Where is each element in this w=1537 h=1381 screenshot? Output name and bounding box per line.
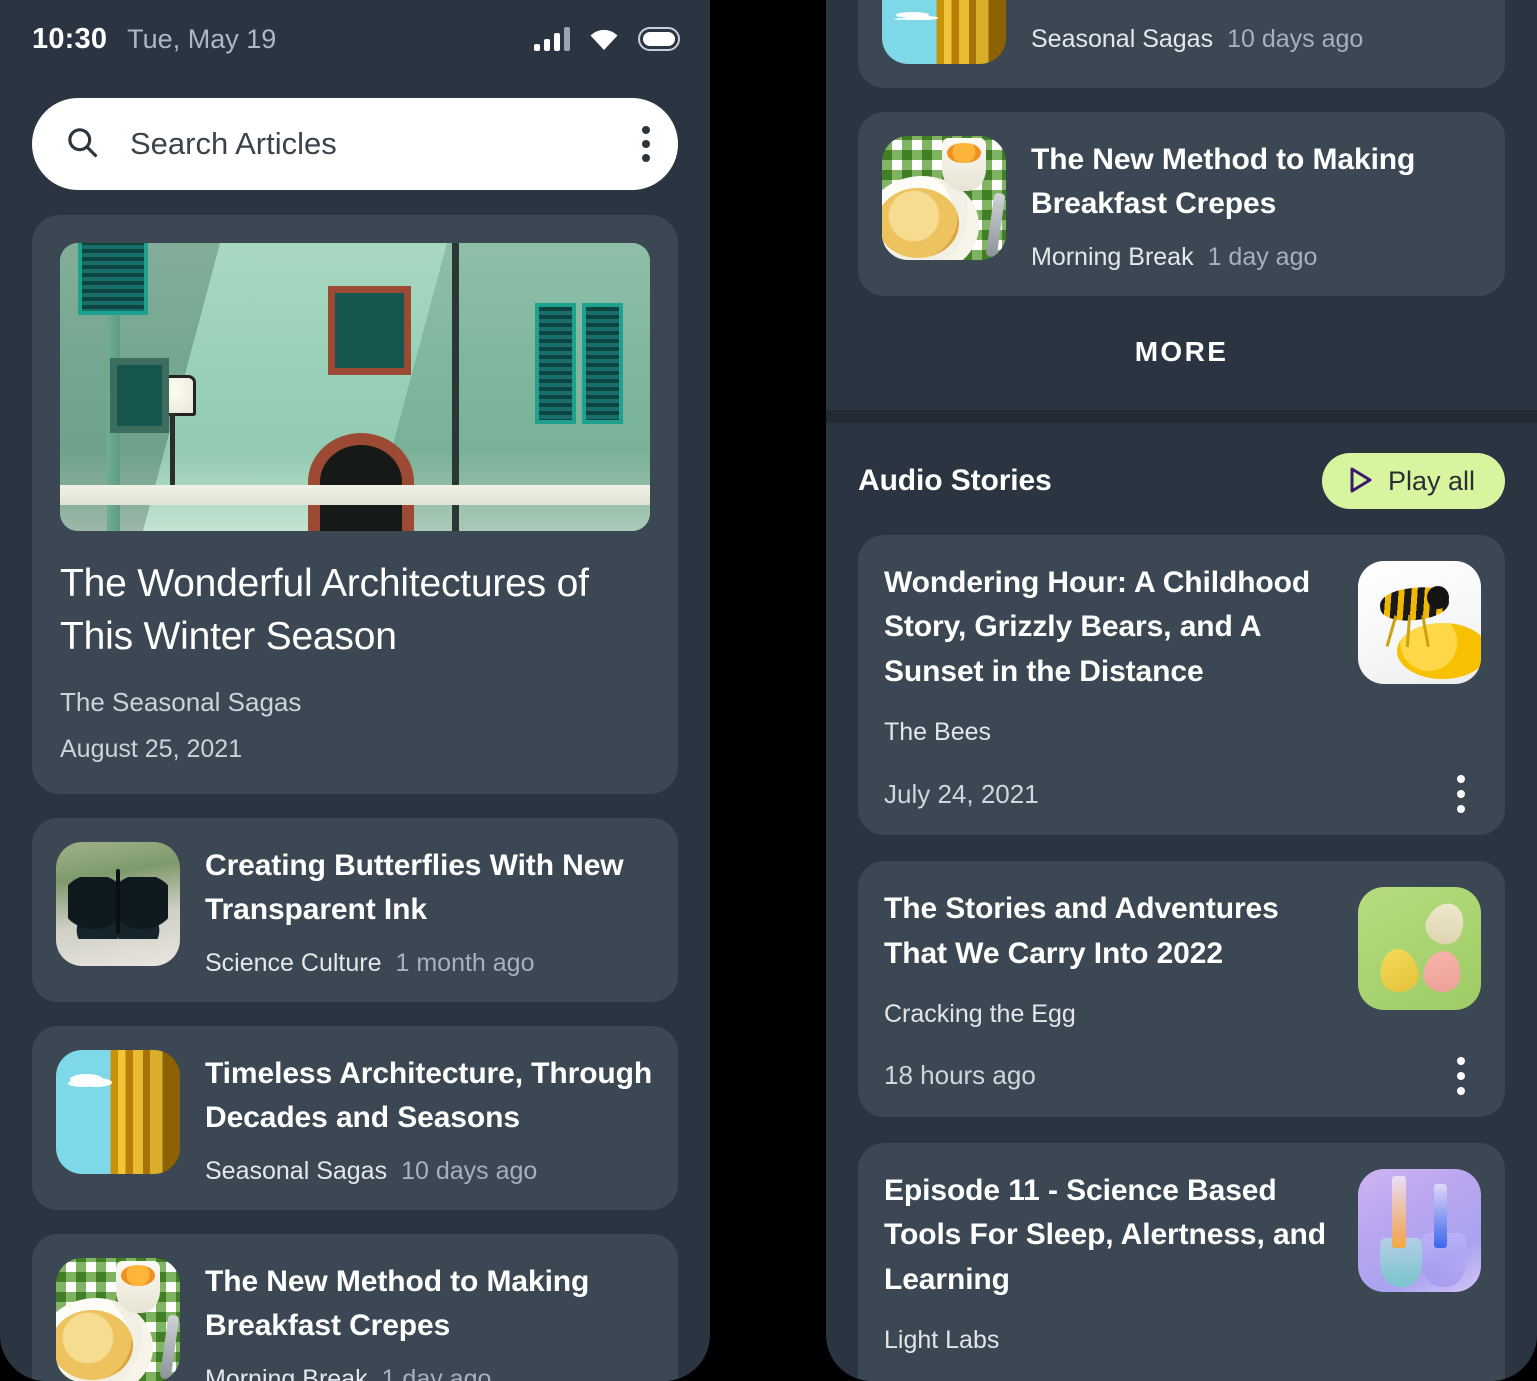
featured-article-card[interactable]: The Wonderful Architectures of This Wint… [32, 215, 678, 795]
section-divider [826, 410, 1537, 423]
article-list-item[interactable]: Creating Butterflies With New Transparen… [32, 818, 678, 1003]
article-time: 1 day ago [381, 1365, 492, 1381]
article-title: The New Method to Making Breakfast Crepe… [1031, 143, 1416, 220]
audio-story-card[interactable]: Wondering Hour: A Childhood Story, Grizz… [858, 535, 1505, 836]
play-all-button[interactable]: Play all [1321, 453, 1505, 509]
audio-story-card[interactable]: The Stories and Adventures That We Carry… [858, 861, 1505, 1117]
article-thumbnail [56, 1258, 180, 1381]
article-source: Morning Break [1031, 243, 1194, 271]
article-time: 10 days ago [401, 1157, 538, 1186]
article-list-item[interactable]: The New Method to Making Breakfast Crepe… [858, 112, 1505, 296]
search-input[interactable] [130, 126, 642, 162]
battery-icon [638, 27, 680, 51]
article-feed-continued: Seasonal Sagas 10 days ago The New Metho… [826, 0, 1537, 410]
article-feed: The Wonderful Architectures of This Wint… [0, 215, 710, 1381]
article-meta: Seasonal Sagas 10 days ago [1031, 25, 1363, 54]
audio-stories-header: Audio Stories Play all [826, 423, 1537, 509]
audio-story-title: Wondering Hour: A Childhood Story, Grizz… [884, 566, 1311, 688]
screenshot-stage: 10:30 Tue, May 19 Search Articles The Wo… [0, 0, 1537, 1381]
kebab-menu-icon[interactable] [1457, 1056, 1465, 1095]
audio-story-card[interactable]: Episode 11 - Science Based Tools For Sle… [858, 1142, 1505, 1381]
article-source: Seasonal Sagas [1031, 25, 1214, 53]
article-thumbnail [882, 136, 1006, 260]
audio-story-source: Light Labs [884, 1326, 1000, 1355]
search-bar-container [0, 78, 710, 190]
featured-article-date: August 25, 2021 [60, 735, 243, 764]
article-time: 10 days ago [1227, 25, 1364, 53]
play-all-label: Play all [1387, 465, 1475, 496]
article-meta: Seasonal Sagas 10 days ago [205, 1157, 654, 1186]
wifi-icon [588, 27, 620, 51]
audio-story-source: Cracking the Egg [884, 999, 1076, 1028]
article-list-item-clipped[interactable]: Seasonal Sagas 10 days ago [858, 0, 1505, 88]
left-phone-panel: 10:30 Tue, May 19 Search Articles The Wo… [0, 0, 710, 1381]
status-date: Tue, May 19 [127, 23, 277, 54]
audio-stories-title: Audio Stories [858, 464, 1052, 497]
featured-article-source: The Seasonal Sagas [60, 687, 302, 718]
article-source: Seasonal Sagas [205, 1157, 388, 1186]
audio-story-date: 18 hours ago [884, 1060, 1036, 1091]
article-meta: Morning Break 1 day ago [205, 1365, 654, 1381]
audio-story-thumbnail [1358, 561, 1481, 684]
featured-article-title: The Wonderful Architectures of This Wint… [60, 562, 589, 659]
article-list-item[interactable]: The New Method to Making Breakfast Crepe… [32, 1234, 678, 1381]
article-list-item[interactable]: Timeless Architecture, Through Decades a… [32, 1026, 678, 1211]
kebab-menu-icon[interactable] [642, 126, 650, 162]
article-thumbnail [56, 842, 180, 967]
audio-story-date: July 24, 2021 [884, 778, 1039, 809]
status-time: 10:30 [32, 22, 108, 55]
article-meta: Morning Break 1 day ago [1031, 243, 1481, 272]
status-icons [534, 27, 680, 51]
kebab-menu-icon[interactable] [1457, 775, 1465, 814]
audio-story-thumbnail [1358, 887, 1481, 1011]
article-time: 1 month ago [395, 949, 535, 978]
right-phone-panel: Seasonal Sagas 10 days ago The New Metho… [826, 0, 1537, 1381]
article-time: 1 day ago [1207, 243, 1318, 271]
signal-icon [534, 27, 570, 51]
search-icon [64, 124, 100, 165]
search-bar[interactable] [32, 98, 678, 190]
article-source: Morning Break [205, 1365, 368, 1381]
more-button[interactable]: MORE [858, 296, 1505, 410]
article-meta: Science Culture 1 month ago [205, 949, 654, 978]
status-bar: 10:30 Tue, May 19 [0, 0, 710, 78]
audio-story-thumbnail [1358, 1168, 1481, 1292]
article-thumbnail [56, 1050, 180, 1175]
audio-story-title: The Stories and Adventures That We Carry… [884, 892, 1279, 970]
article-title: The New Method to Making Breakfast Crepe… [205, 1265, 590, 1342]
play-triangle-icon [1348, 466, 1374, 497]
article-thumbnail [882, 0, 1006, 64]
audio-story-source: The Bees [884, 718, 992, 747]
article-source: Science Culture [205, 949, 382, 978]
audio-story-title: Episode 11 - Science Based Tools For Sle… [884, 1173, 1326, 1296]
featured-article-image [60, 243, 650, 531]
article-title: Timeless Architecture, Through Decades a… [205, 1057, 653, 1134]
article-title: Creating Butterflies With New Transparen… [205, 849, 624, 926]
